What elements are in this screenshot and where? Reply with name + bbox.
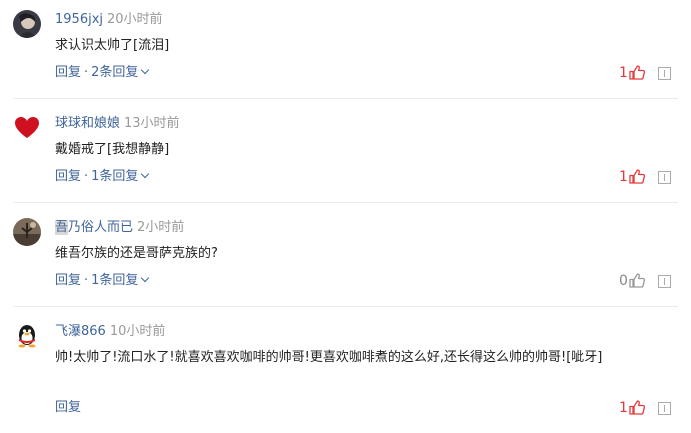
avatar[interactable] [13, 10, 41, 38]
comment-meta: 1956jxj 20小时前 [55, 10, 163, 30]
chevron-down-icon [141, 273, 150, 283]
username-link[interactable]: 吾乃俗人而已 [55, 220, 133, 235]
username-link[interactable]: 球球和娘娘 [55, 116, 120, 131]
avatar[interactable] [13, 322, 41, 350]
avatar[interactable] [13, 114, 41, 142]
like-button[interactable]: 1 [619, 168, 646, 186]
comment-text: 戴婚戒了[我想静静] [55, 142, 170, 157]
reply-count-label: 1条回复 [91, 273, 139, 288]
separator-dot: · [84, 65, 89, 80]
username-rest: 乃俗人而已 [68, 220, 134, 235]
like-count: 1 [619, 65, 628, 81]
comment-item: 飞瀑866 10小时前 帅!太帅了!流口水了!就喜欢喜欢咖啡的帅哥!更喜欢咖啡煮的… [0, 322, 691, 422]
thumbs-up-icon [629, 169, 646, 184]
like-button[interactable]: 0 [619, 272, 646, 290]
comment-text: 求认识太帅了[流泪] [55, 38, 170, 53]
divider [13, 306, 678, 307]
comment-actions: 回复 [55, 399, 81, 417]
timestamp: 20小时前 [107, 12, 163, 27]
thumbs-up-icon [629, 273, 646, 288]
reply-button[interactable]: 回复 [55, 65, 81, 80]
comment-list: 1956jxj 20小时前 求认识太帅了[流泪] 回复 · 2条回复 1 球球和娘娘 1… [0, 0, 691, 433]
thumbs-up-icon [629, 400, 646, 415]
reply-button[interactable]: 回复 [55, 400, 81, 415]
comment-actions: 回复 · 1条回复 [55, 272, 150, 290]
comment-item: 1956jxj 20小时前 求认识太帅了[流泪] 回复 · 2条回复 1 [0, 10, 691, 90]
comment-item: 球球和娘娘 13小时前 戴婚戒了[我想静静] 回复 · 1条回复 1 [0, 114, 691, 194]
like-button[interactable]: 1 [619, 64, 646, 82]
avatar[interactable] [13, 218, 41, 246]
chevron-down-icon [141, 65, 150, 75]
comment-actions: 回复 · 1条回复 [55, 168, 150, 186]
chevron-down-icon [141, 169, 150, 179]
comment-meta: 吾乃俗人而已 2小时前 [55, 218, 184, 238]
view-replies-button[interactable]: 2条回复 [91, 65, 150, 80]
comment-meta: 飞瀑866 10小时前 [55, 322, 165, 342]
view-replies-button[interactable]: 1条回复 [91, 169, 150, 184]
report-icon[interactable] [658, 171, 671, 184]
timestamp: 13小时前 [124, 116, 180, 131]
comment-item: 吾乃俗人而已 2小时前 维吾尔族的还是哥萨克族的? 回复 · 1条回复 0 [0, 218, 691, 298]
timestamp: 2小时前 [137, 220, 185, 235]
username-link[interactable]: 1956jxj [55, 12, 103, 27]
comment-text: 帅!太帅了!流口水了!就喜欢喜欢咖啡的帅哥!更喜欢咖啡煮的这么好,还长得这么帅的… [55, 350, 603, 365]
like-button[interactable]: 1 [619, 399, 646, 417]
comment-text: 维吾尔族的还是哥萨克族的? [55, 246, 218, 261]
report-icon[interactable] [658, 275, 671, 288]
timestamp: 10小时前 [109, 324, 166, 339]
thumbs-up-icon [629, 65, 646, 80]
divider [13, 202, 678, 203]
reply-button[interactable]: 回复 [55, 273, 81, 288]
username-link[interactable]: 飞瀑866 [55, 324, 106, 339]
comment-actions: 回复 · 2条回复 [55, 64, 150, 82]
reply-count-label: 2条回复 [91, 65, 139, 80]
reply-count-label: 1条回复 [91, 169, 139, 184]
report-icon[interactable] [658, 67, 671, 80]
like-count: 1 [619, 400, 628, 416]
like-count: 1 [619, 169, 628, 185]
divider [13, 98, 678, 99]
report-icon[interactable] [658, 402, 671, 415]
username-highlight: 吾 [55, 220, 69, 235]
reply-button[interactable]: 回复 [55, 169, 81, 184]
separator-dot: · [84, 273, 89, 288]
like-count: 0 [619, 273, 628, 289]
view-replies-button[interactable]: 1条回复 [91, 273, 150, 288]
separator-dot: · [84, 169, 89, 184]
comment-meta: 球球和娘娘 13小时前 [55, 114, 180, 134]
